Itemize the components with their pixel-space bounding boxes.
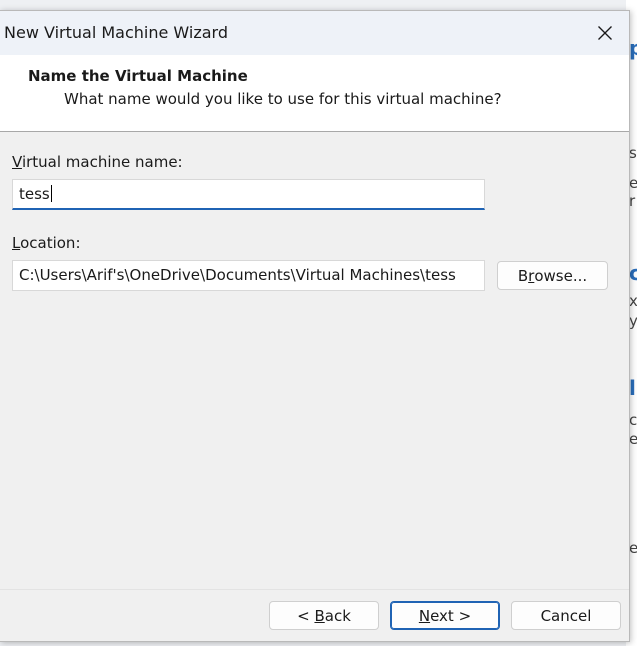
background-fragment: l [629,376,636,400]
location-label-text: ocation: [20,234,81,252]
back-button[interactable]: < Back [269,601,379,630]
back-button-mnemonic: B [314,606,325,625]
window-title: New Virtual Machine Wizard [4,23,228,42]
footer-divider [0,589,629,590]
next-button[interactable]: Next > [390,601,500,630]
wizard-dialog: New Virtual Machine Wizard Name the Virt… [0,10,630,642]
background-fragment: s [629,144,637,162]
vm-name-label-text: irtual machine name: [21,153,183,171]
location-label-mnemonic: L [12,234,21,252]
next-button-mnemonic: N [418,606,431,625]
browse-button[interactable]: Br owse... [497,261,608,290]
browse-button-pre: B [517,266,529,285]
browse-button-post: owse... [534,266,588,285]
close-button[interactable] [582,17,628,49]
vm-name-input[interactable]: tess [12,179,485,210]
cancel-button[interactable]: Cancel [511,601,621,630]
vm-name-label: Virtual machine name: [12,153,183,171]
background-fragment: e [629,430,637,448]
title-bar[interactable]: New Virtual Machine Wizard [0,11,629,55]
next-button-post: ext > [430,606,472,625]
back-button-pre: < [297,606,315,625]
background-fragment: e [629,174,637,192]
background-fragment: e [629,539,637,557]
cancel-button-label: Cancel [540,606,592,625]
wizard-header: Name the Virtual Machine What name would… [0,55,629,132]
background-fragment: c [629,261,637,285]
background-fragment: p [629,36,637,60]
vm-name-value: tess [19,185,50,203]
location-value: C:\Users\Arif's\OneDrive\Documents\Virtu… [19,266,456,284]
background-fragment: x [629,292,637,310]
page-subtitle: What name would you like to use for this… [64,90,502,108]
close-icon [598,26,612,40]
background-fragment: y [629,312,637,330]
text-caret [50,185,52,202]
back-button-post: ack [324,606,351,625]
background-fragment: c [629,411,637,429]
vm-name-label-mnemonic: V [12,153,22,171]
location-input[interactable]: C:\Users\Arif's\OneDrive\Documents\Virtu… [12,260,485,291]
page-title: Name the Virtual Machine [28,67,248,85]
location-label: Location: [12,234,81,252]
